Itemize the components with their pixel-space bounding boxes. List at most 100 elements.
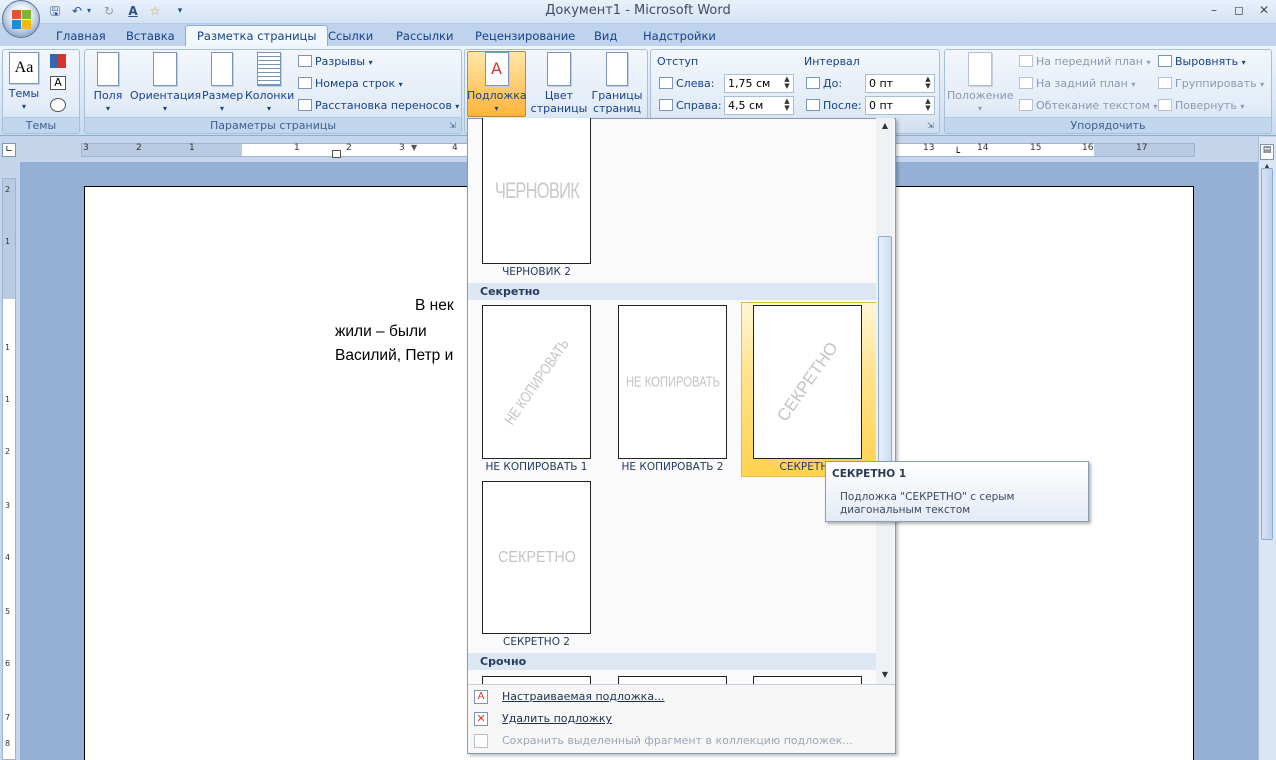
maximize-icon[interactable]: ◻ [1230, 2, 1248, 18]
customize-qat-icon[interactable]: ▾ [174, 2, 186, 20]
vruler-number: 4 [5, 553, 11, 562]
tab-references[interactable]: Ссылки [317, 26, 384, 46]
tab-review[interactable]: Рецензирование [464, 26, 586, 46]
gallery-scroll-up-icon[interactable]: ▲ [879, 121, 891, 133]
bring-front-button[interactable]: На передний план ▾ [1019, 53, 1150, 71]
tab-view[interactable]: Вид [583, 26, 628, 46]
vruler-number: 1 [5, 343, 11, 352]
tab-page-layout[interactable]: Разметка страницы [185, 25, 329, 47]
watermark-thumb-secret2[interactable]: СЕКРЕТНО [482, 481, 591, 634]
undo-dropdown-icon[interactable]: ▾ [84, 2, 94, 20]
document-text-line[interactable]: жили – были [335, 323, 427, 341]
text-wrap-label: Обтекание текстом [1036, 99, 1150, 112]
themes-button[interactable]: Aa Темы ▾ [6, 52, 42, 113]
indent-right-icon [659, 99, 673, 111]
remove-watermark-item[interactable]: ✕ Удалить подложку [468, 709, 888, 729]
line-numbers-button[interactable]: Номера строк ▾ [298, 75, 403, 93]
margins-button[interactable]: Поля ▾ [92, 52, 124, 115]
document-text-line[interactable]: Василий, Петр и [335, 347, 453, 365]
align-button[interactable]: Выровнять ▾ [1158, 53, 1246, 71]
theme-colors-icon[interactable] [50, 54, 66, 68]
position-button[interactable]: Положение ▾ [947, 52, 1014, 115]
breaks-button[interactable]: Разрывы ▾ [298, 53, 373, 71]
spellcheck-icon[interactable]: A [124, 2, 142, 20]
send-back-button[interactable]: На задний план ▾ [1019, 75, 1135, 93]
minimize-icon[interactable]: – [1205, 2, 1223, 18]
watermark-thumb-urgent2[interactable] [618, 676, 727, 684]
vertical-scroll-thumb[interactable] [1261, 168, 1273, 540]
watermark-thumb-draft2[interactable]: ЧЕРНОВИК [482, 118, 591, 264]
page-color-icon [547, 52, 571, 86]
save-to-gallery-item[interactable]: Сохранить выделенный фрагмент в коллекци… [468, 731, 888, 751]
new-document-icon[interactable]: ☆ [146, 2, 164, 20]
position-label: Положение [947, 89, 1014, 102]
redo-icon[interactable]: ↻ [100, 2, 118, 20]
hyphenation-label: Расстановка переносов [315, 99, 452, 112]
dialog-launcher-icon[interactable]: ⇲ [927, 121, 937, 131]
office-button[interactable] [2, 0, 40, 38]
tab-home[interactable]: Главная [45, 26, 117, 46]
watermark-thumb-urgent1[interactable] [482, 676, 591, 684]
indent-right-input[interactable]: 4,5 см ▲ ▼ [724, 96, 794, 115]
orientation-icon [153, 52, 177, 86]
left-indent-marker-icon[interactable] [332, 150, 341, 158]
spacing-after-input[interactable]: 0 пт ▲ ▼ [865, 96, 935, 115]
columns-button[interactable]: Колонки ▾ [245, 52, 295, 115]
close-icon[interactable]: ✕ [1255, 2, 1273, 18]
watermark-thumb-do-not-copy2[interactable]: НЕ КОПИРОВАТЬ [618, 305, 727, 459]
ruler-toggle-icon[interactable]: ▤ [1260, 144, 1274, 160]
rotate-button[interactable]: Повернуть ▾ [1158, 97, 1244, 115]
size-icon [211, 52, 233, 86]
dialog-launcher-icon[interactable]: ⇲ [449, 121, 459, 131]
watermark-thumb-do-not-copy1[interactable]: НЕ КОПИРОВАТЬ [482, 305, 591, 459]
spinner-arrows-icon[interactable]: ▲ ▼ [782, 76, 792, 91]
save-to-gallery-label: Сохранить выделенный фрагмент в коллекци… [502, 734, 853, 747]
first-line-indent-marker-icon[interactable]: ▼ [411, 143, 417, 152]
spinner-arrows-icon[interactable]: ▲ ▼ [923, 76, 933, 91]
spacing-before-input[interactable]: 0 пт ▲ ▼ [865, 74, 935, 93]
save-icon[interactable]: 🖫 [46, 2, 64, 20]
text-wrap-button[interactable]: Обтекание текстом ▾ [1019, 97, 1157, 115]
theme-fonts-icon[interactable]: A [50, 76, 66, 90]
page-borders-button[interactable]: Границы страниц [590, 52, 644, 115]
vruler-number: 3 [5, 501, 11, 510]
group-button[interactable]: Группировать ▾ [1158, 75, 1264, 93]
page-color-label-2-text: страницы [530, 102, 588, 115]
window-title: Документ1 - Microsoft Word [545, 3, 731, 18]
ruler-number: 4 [452, 143, 458, 153]
page-borders-label-2: страниц [592, 102, 641, 115]
indent-left-input[interactable]: 1,75 см ▲ ▼ [724, 74, 794, 93]
watermark-button[interactable]: A Подложка ▾ [467, 52, 527, 115]
tab-mailings[interactable]: Рассылки [385, 26, 464, 46]
indent-left-icon [659, 77, 673, 89]
tab-selector-icon[interactable]: ∟ [2, 143, 16, 157]
indent-right-label: Справа: [659, 97, 722, 115]
watermark-thumb-urgent3[interactable] [753, 676, 862, 684]
spinner-arrows-icon[interactable]: ▲ ▼ [782, 98, 792, 113]
columns-label: Колонки [245, 89, 295, 102]
custom-watermark-label: Настраиваемая подложка... [502, 690, 665, 703]
margins-label: Поля [93, 89, 123, 102]
gallery-scroll-down-icon[interactable]: ▼ [879, 670, 891, 682]
remove-watermark-icon: ✕ [474, 712, 488, 726]
watermark-text: НЕ КОПИРОВАТЬ [500, 336, 573, 428]
document-text-line[interactable]: В нек [415, 297, 454, 315]
page-setup-group-label: Параметры страницы [85, 117, 461, 133]
tab-add-ins[interactable]: Надстройки [632, 26, 727, 46]
chevron-down-icon: ▾ [494, 104, 499, 113]
watermark-thumb-secret1[interactable]: СЕКРЕТНО [753, 305, 862, 459]
tab-insert[interactable]: Вставка [115, 26, 186, 46]
ruler-number: 2 [346, 143, 352, 153]
orientation-button[interactable]: Ориентация ▾ [130, 52, 201, 115]
theme-effects-icon[interactable] [50, 98, 66, 112]
text-wrap-icon [1019, 99, 1033, 111]
ruler-number: 3 [83, 143, 89, 153]
position-icon [968, 52, 992, 86]
right-indent-marker-icon[interactable]: └ [954, 148, 960, 159]
page-color-label-1: Цвет [544, 89, 574, 102]
custom-watermark-item[interactable]: A Настраиваемая подложка... [468, 687, 888, 707]
vertical-ruler[interactable]: 2 1 1 1 2 3 4 5 6 7 8 [2, 178, 16, 760]
hyphenation-button[interactable]: Расстановка переносов ▾ [298, 97, 459, 115]
size-button[interactable]: Размер ▾ [202, 52, 243, 115]
spinner-arrows-icon[interactable]: ▲ ▼ [923, 98, 933, 113]
